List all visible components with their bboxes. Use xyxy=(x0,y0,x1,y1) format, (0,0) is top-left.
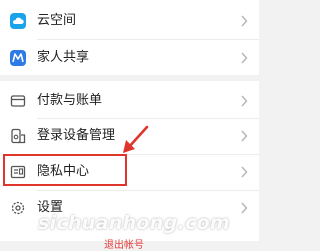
gear-icon xyxy=(10,200,26,216)
menu-item-label: 登录设备管理 xyxy=(37,128,116,143)
menu-item-label: 云空间 xyxy=(37,13,77,28)
family-share-icon xyxy=(10,50,26,66)
highlight-box xyxy=(3,154,127,186)
menu-item-cloud-space[interactable]: 云空间 xyxy=(0,3,259,39)
chevron-right-icon xyxy=(241,15,248,27)
cloud-icon xyxy=(10,13,26,29)
chevron-right-icon xyxy=(241,130,248,142)
menu-item-payment-billing[interactable]: 付款与账单 xyxy=(0,83,259,119)
chevron-right-icon xyxy=(241,166,248,178)
services-card: 云空间 家人共享 xyxy=(0,0,259,75)
chevron-right-icon xyxy=(241,95,248,107)
logout-button[interactable]: 退出帐号 xyxy=(104,240,144,251)
annotation-arrow-icon xyxy=(123,125,149,153)
menu-item-label: 家人共享 xyxy=(37,50,90,65)
device-manage-icon xyxy=(10,128,26,144)
chevron-right-icon xyxy=(241,52,248,64)
chevron-right-icon xyxy=(241,202,248,214)
wallet-icon xyxy=(10,93,26,109)
watermark-text: sichuanhong.com xyxy=(38,212,231,234)
menu-item-label: 付款与账单 xyxy=(37,93,103,108)
menu-item-family-sharing[interactable]: 家人共享 xyxy=(0,40,259,76)
